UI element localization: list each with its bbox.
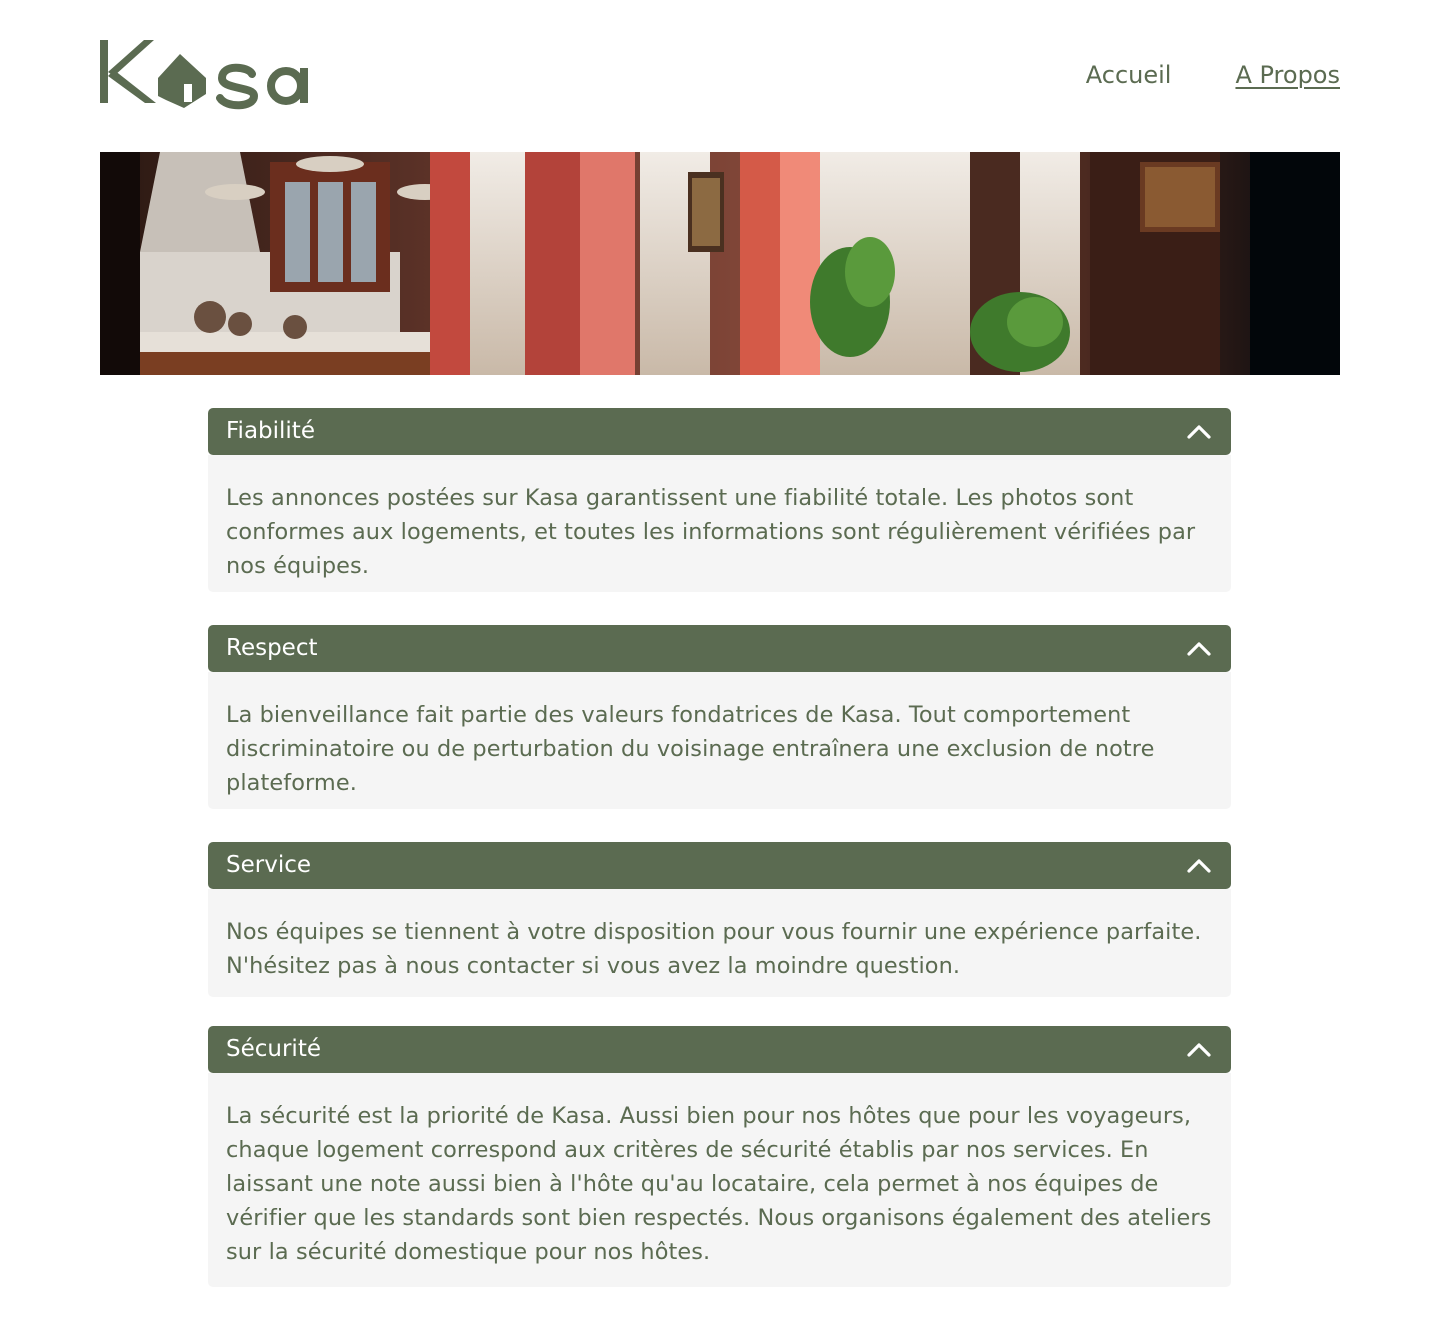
- accordion-body: Les annonces postées sur Kasa garantisse…: [208, 455, 1231, 592]
- accordion-title: Service: [226, 852, 312, 878]
- chevron-up-icon[interactable]: [1185, 852, 1213, 880]
- kasa-logo: [100, 40, 308, 110]
- accordion-title: Sécurité: [226, 1036, 321, 1062]
- accordion-header-respect[interactable]: Respect: [208, 625, 1231, 672]
- logo-link[interactable]: [100, 40, 315, 110]
- accordion-body: La sécurité est la priorité de Kasa. Aus…: [208, 1073, 1231, 1287]
- chevron-up-icon[interactable]: [1185, 418, 1213, 446]
- nav-item-accueil[interactable]: Accueil: [1086, 60, 1172, 90]
- accordion-title: Fiabilité: [226, 418, 315, 444]
- accordion-body: Nos équipes se tiennent à votre disposit…: [208, 889, 1231, 997]
- accordion-fiabilite: Fiabilité Les annonces postées sur Kasa …: [208, 408, 1231, 592]
- accordion-securite: Sécurité La sécurité est la priorité de …: [208, 1026, 1231, 1287]
- accordion-header-service[interactable]: Service: [208, 842, 1231, 889]
- chevron-up-icon[interactable]: [1185, 1036, 1213, 1064]
- accordion-text: Les annonces postées sur Kasa garantisse…: [226, 485, 1196, 579]
- accordion-text: Nos équipes se tiennent à votre disposit…: [226, 919, 1202, 979]
- accordion-header-securite[interactable]: Sécurité: [208, 1026, 1231, 1073]
- accordion-text: La bienveillance fait partie des valeurs…: [226, 702, 1155, 796]
- banner-image: [100, 152, 1340, 375]
- site-header: Accueil A Propos: [100, 40, 1340, 110]
- accordion-title: Respect: [226, 635, 318, 661]
- nav-item-a-propos[interactable]: A Propos: [1235, 60, 1340, 90]
- accordion-header-fiabilite[interactable]: Fiabilité: [208, 408, 1231, 455]
- chevron-up-icon[interactable]: [1185, 635, 1213, 663]
- accordion-body: La bienveillance fait partie des valeurs…: [208, 672, 1231, 809]
- accordion-respect: Respect La bienveillance fait partie des…: [208, 625, 1231, 809]
- accordion-text: La sécurité est la priorité de Kasa. Aus…: [226, 1103, 1212, 1265]
- main-nav: Accueil A Propos: [1086, 60, 1340, 90]
- accordion-service: Service Nos équipes se tiennent à votre …: [208, 842, 1231, 997]
